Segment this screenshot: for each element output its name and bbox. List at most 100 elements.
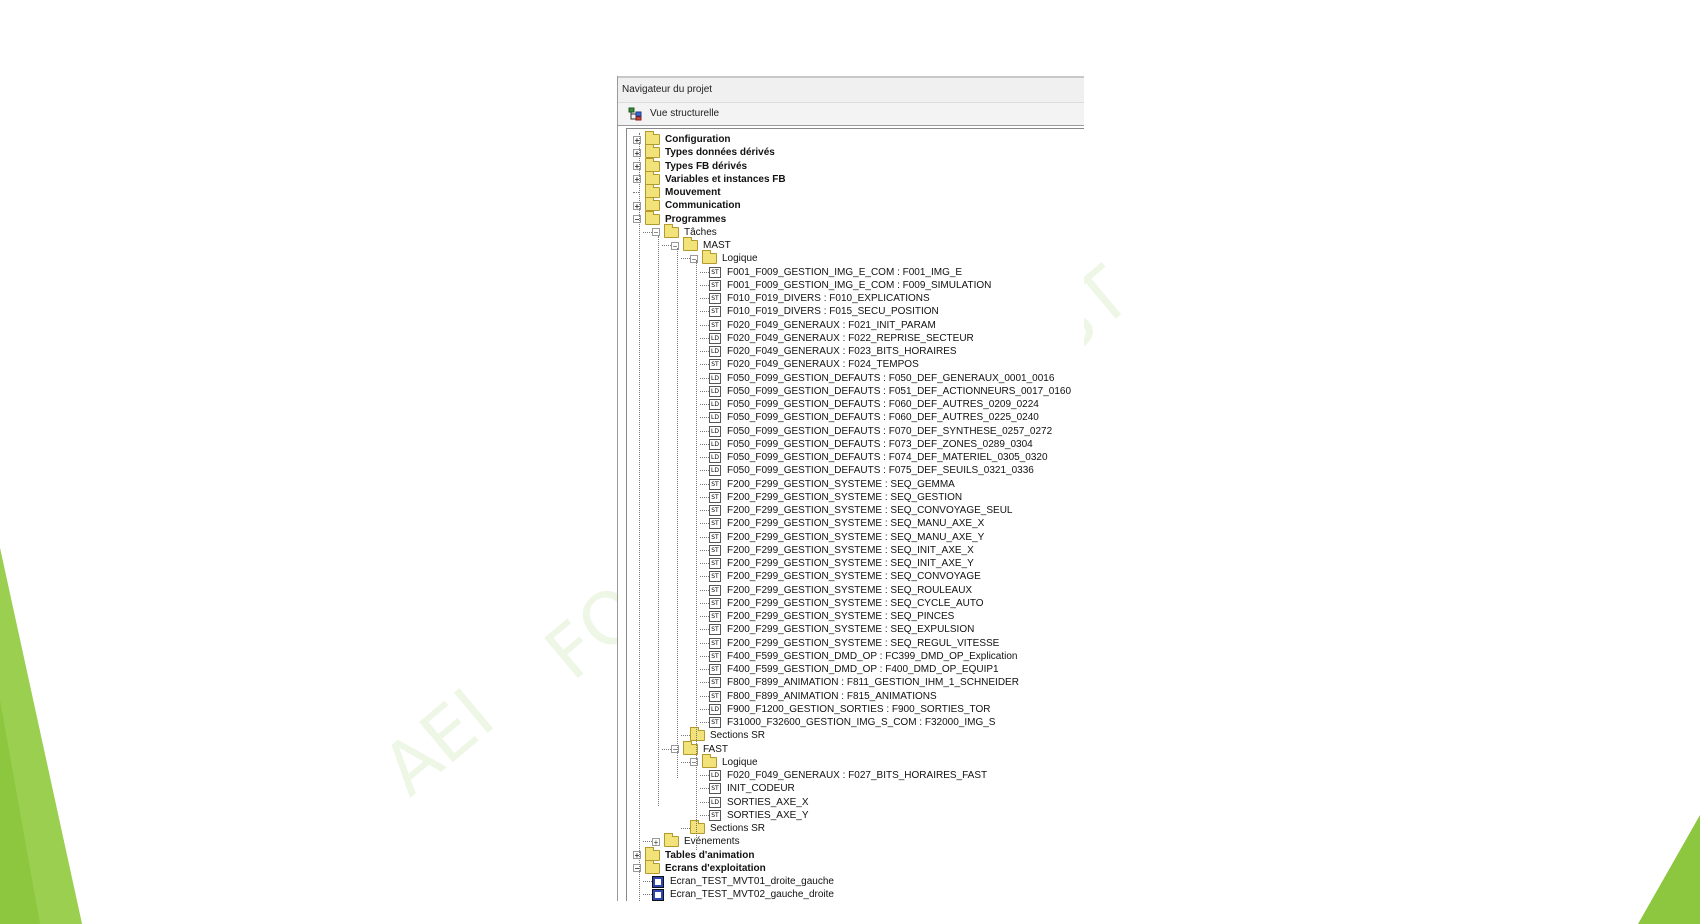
section-item[interactable]: LD F050_F099_GESTION_DEFAUTS : F060_DEF_A… [709,411,1039,424]
tree-connector-horizontal [700,351,709,352]
section-item[interactable]: ST F200_F299_GESTION_SYSTEME : SEQ_ROULEA… [709,584,972,597]
ld-section-icon: LD [709,465,721,477]
tree-connector-horizontal [700,814,709,816]
section-item[interactable]: ST F200_F299_GESTION_SYSTEME : SEQ_MANU_A… [709,531,984,544]
tree-node-label: Ecran_TEST_MVT02_gauche_droite [670,889,834,901]
tree-node-label: Configuration [665,134,731,145]
ld-section-icon: LD [709,412,721,424]
tree-node-fast[interactable]: − FAST [671,740,728,756]
section-item[interactable]: ST F800_F899_ANIMATION : F815_ANIMATIONS [709,690,937,703]
tree-node-mast-logique[interactable]: − Logique [690,250,758,265]
folder-open-icon [702,250,717,265]
section-item[interactable]: ST INIT_CODEUR [709,782,795,795]
tree-connector-horizontal [700,284,709,286]
tree-connector-vertical [677,247,678,778]
section-item[interactable]: ST F200_F299_GESTION_SYSTEME : SEQ_REGUL_… [709,637,999,650]
project-browser-panel: Navigateur du projet Vue structurelle + C… [617,76,1084,901]
section-item[interactable]: LD F050_F099_GESTION_DEFAUTS : F051_DEF_A… [709,385,1071,398]
section-item[interactable]: LD F050_F099_GESTION_DEFAUTS : F073_DEF_Z… [709,438,1033,451]
tree-node-mast-sections-sr[interactable]: Sections SR [690,727,765,742]
section-item[interactable]: ST F001_F009_GESTION_IMG_E_COM : F001_IMG… [709,266,962,279]
tree-node-label: F020_F049_GENERAUX : F021_INIT_PARAM [727,319,936,331]
screen-item[interactable]: Ecran_TEST_MVT01_droite_gauche [652,875,834,888]
section-item[interactable]: ST F200_F299_GESTION_SYSTEME : SEQ_EXPULS… [709,623,974,636]
expand-icon[interactable]: + [652,837,660,846]
section-item[interactable]: ST F200_F299_GESTION_SYSTEME : SEQ_CONVOY… [709,570,981,583]
section-item[interactable]: ST F020_F049_GENERAUX : F021_INIT_PARAM [709,319,936,332]
ld-section-icon: LD [709,372,721,384]
section-item[interactable]: ST F200_F299_GESTION_SYSTEME : SEQ_GEMMA [709,478,955,491]
tree-node-label: F200_F299_GESTION_SYSTEME : SEQ_PINCES [727,611,955,622]
tree-node-label: F200_F299_GESTION_SYSTEME : SEQ_MANU_AXE… [727,531,985,543]
tree-connector-horizontal [700,536,709,538]
tree-node-top-3[interactable]: + Variables et instances FB [633,170,786,186]
tree-node-label: SORTIES_AXE_X [727,796,809,808]
tree-node-label: INIT_CODEUR [727,783,795,795]
section-item[interactable]: ST F010_F019_DIVERS : F015_SECU_POSITION [709,305,939,318]
section-item[interactable]: ST F800_F899_ANIMATION : F811_GESTION_IHM… [709,676,1019,689]
folder-open-icon [664,223,679,238]
ld-section-icon: LD [709,385,721,397]
section-item[interactable]: ST F200_F299_GESTION_SYSTEME : SEQ_PINCES [709,610,954,623]
section-item[interactable]: LD F050_F099_GESTION_DEFAUTS : F075_DEF_S… [709,464,1034,477]
section-item[interactable]: LD F050_F099_GESTION_DEFAUTS : F074_DEF_M… [709,451,1048,464]
tree-node-label: Types données dérivés [665,147,775,159]
section-item[interactable]: ST F200_F299_GESTION_SYSTEME : SEQ_MANU_A… [709,517,984,530]
screen-item[interactable]: Ecran_TEST_MVT02_gauche_droite [652,888,834,901]
tree-connector-horizontal [700,457,709,458]
st-section-icon: ST [709,783,721,795]
tree-node-top-1[interactable]: + Types données dérivés [633,144,775,159]
tree-node-label: Ecrans d'exploitation [665,862,766,874]
tree-connector-horizontal [700,801,709,803]
section-item[interactable]: ST F200_F299_GESTION_SYSTEME : SEQ_INIT_A… [709,544,974,557]
section-item[interactable]: ST SORTIES_AXE_Y [709,809,809,822]
folder-icon [690,820,705,834]
folder-open-icon [645,859,660,874]
tree-node-fast-logique[interactable]: − Logique [690,753,758,769]
section-item[interactable]: ST F400_F599_GESTION_DMD_OP : FC399_DMD_O… [709,650,1018,663]
tree-node-label: F020_F049_GENERAUX : F023_BITS_HORAIRES [727,346,957,357]
section-item[interactable]: LD F020_F049_GENERAUX : F023_BITS_HORAIRE… [709,345,957,358]
section-item[interactable]: ST F020_F049_GENERAUX : F024_TEMPOS [709,358,919,371]
tree-node-fast-sections-sr[interactable]: Sections SR [690,820,765,835]
section-item[interactable]: ST F200_F299_GESTION_SYSTEME : SEQ_CYCLE_… [709,597,984,610]
section-item[interactable]: ST F31000_F32600_GESTION_IMG_S_COM : F320… [709,716,995,729]
tree-connector-horizontal [700,311,709,313]
section-item[interactable]: LD F020_F049_GENERAUX : F027_BITS_HORAIRE… [709,769,987,782]
tree-node-mast[interactable]: − MAST [671,237,731,252]
ld-section-icon: LD [709,346,721,357]
st-section-icon: ST [709,491,721,503]
section-item[interactable]: ST F010_F019_DIVERS : F010_EXPLICATIONS [709,292,930,305]
tree-connector-horizontal [700,337,709,339]
section-item[interactable]: ST F200_F299_GESTION_SYSTEME : SEQ_INIT_A… [709,557,974,570]
section-item[interactable]: ST F200_F299_GESTION_SYSTEME : SEQ_GESTIO… [709,491,962,504]
tree-node-label: Ecran_TEST_MVT01_droite_gauche [670,876,834,887]
tree-node-label: F200_F299_GESTION_SYSTEME : SEQ_INIT_AXE… [727,558,974,569]
tree-node-label: F900_F1200_GESTION_SORTIES : F900_SORTIE… [727,703,991,715]
section-item[interactable]: LD F020_F049_GENERAUX : F022_REPRISE_SECT… [709,332,974,345]
tree-node-label: F200_F299_GESTION_SYSTEME : SEQ_REGUL_VI… [727,637,1000,649]
st-section-icon: ST [709,690,721,702]
structural-view-tab[interactable]: Vue structurelle [618,103,1084,126]
tree-connector-vertical [696,259,697,850]
section-item[interactable]: ST F001_F009_GESTION_IMG_E_COM : F009_SIM… [709,279,991,292]
section-item[interactable]: LD SORTIES_AXE_X [709,796,809,809]
tree-node-label: F050_F099_GESTION_DEFAUTS : F073_DEF_ZON… [727,438,1033,450]
tree-connector-vertical [639,133,640,901]
section-item[interactable]: LD F050_F099_GESTION_DEFAUTS : F060_DEF_A… [709,398,1039,411]
tree-node-label: F200_F299_GESTION_SYSTEME : SEQ_CONVOYAG… [727,505,1013,516]
tree-node-bottom-1[interactable]: − Ecrans d'exploitation [633,859,766,875]
tree-node-label: F200_F299_GESTION_SYSTEME : SEQ_GESTION [727,491,963,503]
st-section-icon: ST [709,597,721,609]
tree-connector-horizontal [700,669,709,670]
section-item[interactable]: ST F400_F599_GESTION_DMD_OP : F400_DMD_OP… [709,663,999,676]
tree-node-label: Communication [665,200,741,212]
tree-node-label: F050_F099_GESTION_DEFAUTS : F050_DEF_GEN… [727,372,1055,384]
tree-node-label: F800_F899_ANIMATION : F811_GESTION_IHM_1… [727,677,1019,689]
tree-node-top-6[interactable]: − Programmes [633,210,726,226]
section-item[interactable]: LD F900_F1200_GESTION_SORTIES : F900_SORT… [709,703,990,716]
tree-connector-horizontal [700,722,709,723]
section-item[interactable]: LD F050_F099_GESTION_DEFAUTS : F050_DEF_G… [709,372,1054,385]
section-item[interactable]: ST F200_F299_GESTION_SYSTEME : SEQ_CONVOY… [709,504,1012,517]
section-item[interactable]: LD F050_F099_GESTION_DEFAUTS : F070_DEF_S… [709,425,1052,438]
